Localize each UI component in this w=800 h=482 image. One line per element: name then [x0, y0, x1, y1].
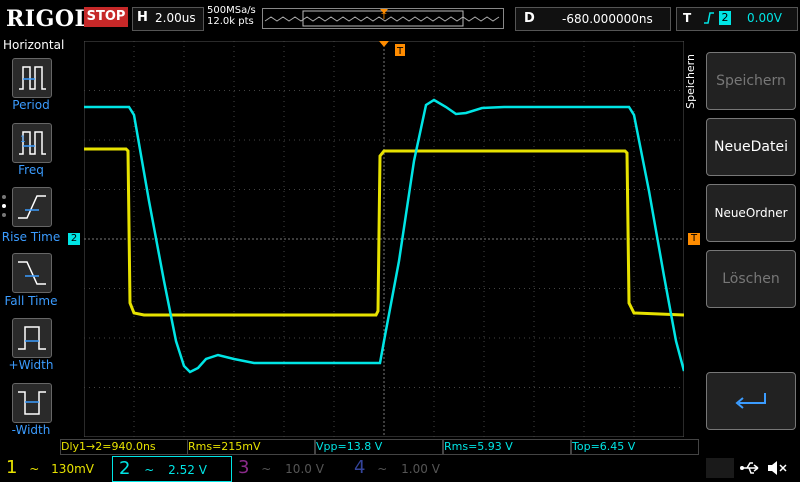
trigger-label: T	[683, 11, 692, 25]
measurement-ch2-rms: Rms=5.93 V	[443, 439, 571, 455]
timebase-box[interactable]: H 2.00us	[132, 7, 204, 31]
memory-overview-wave: T	[264, 9, 500, 27]
rising-edge-icon	[703, 10, 715, 29]
channel-2-scale: 2.52 V	[168, 463, 207, 477]
channel-2-coupling: ~	[144, 463, 155, 477]
freq-button[interactable]: 1	[12, 123, 52, 163]
rise-time-label: Rise Time	[1, 230, 61, 244]
channel-4-scale: 1.00 V	[401, 462, 440, 476]
waveform-display[interactable]: T	[84, 41, 684, 437]
measurement-ch1-rms: Rms=215mV	[187, 439, 315, 455]
channel-2-number: 2	[119, 458, 131, 479]
delay-label: D	[524, 11, 535, 26]
status-filler	[706, 458, 734, 478]
trigger-level: 0.00V	[747, 11, 782, 25]
sample-rate: 500MSa/s	[207, 5, 256, 16]
channel-4-number: 4	[354, 457, 366, 478]
menu-page-dots	[2, 195, 6, 217]
enter-icon	[735, 393, 766, 409]
svg-text:1: 1	[20, 135, 26, 145]
channel-4-coupling: ~	[377, 462, 388, 476]
measurement-ch2-top: Top=6.45 V	[571, 439, 699, 455]
channel-3-coupling: ~	[261, 462, 272, 476]
channel-3-scale: 10.0 V	[285, 462, 324, 476]
period-label: Period	[12, 98, 50, 112]
right-menu-title: Speichern	[684, 54, 697, 109]
svg-text:T: T	[396, 46, 404, 57]
timebase-label: H	[137, 10, 148, 25]
trigger-source: 2	[719, 11, 731, 25]
left-menu-title: Horizontal	[3, 38, 65, 52]
rise-time-icon	[18, 195, 46, 219]
pos-width-button[interactable]	[12, 318, 52, 358]
run-stop-indicator[interactable]: STOP	[84, 7, 128, 27]
trigger-level-marker[interactable]: T	[688, 233, 700, 245]
sample-points: 12.0k pts	[207, 16, 254, 27]
memory-overview[interactable]: T	[262, 8, 504, 29]
pos-width-label: +Width	[8, 358, 54, 372]
speaker-muted-icon[interactable]	[766, 458, 788, 482]
channel-1-number: 1	[6, 457, 18, 478]
rise-time-button[interactable]	[12, 187, 52, 227]
neg-width-label: -Width	[11, 423, 51, 437]
channel-3-box[interactable]: 3 ~ 10.0 V	[234, 456, 346, 480]
brand-logo: RIGOL	[6, 6, 91, 32]
timebase-value: 2.00us	[155, 11, 196, 25]
period-icon	[19, 66, 46, 90]
sample-info: 500MSa/s 12.0k pts	[207, 5, 256, 27]
measurement-ch2-vpp: Vpp=13.8 V	[315, 439, 443, 455]
delay-box[interactable]: D -680.000000ns	[515, 7, 671, 31]
neg-width-icon	[18, 391, 46, 415]
pos-width-icon	[18, 326, 46, 350]
fall-time-icon	[18, 261, 46, 285]
usb-icon	[740, 458, 762, 482]
loeschen-button[interactable]: Löschen	[706, 250, 796, 308]
enter-button[interactable]	[706, 372, 796, 430]
channel-4-box[interactable]: 4 ~ 1.00 V	[350, 456, 462, 480]
channel-1-coupling: ~	[29, 462, 40, 476]
period-button[interactable]	[12, 58, 52, 98]
speichern-button[interactable]: Speichern	[706, 52, 796, 110]
freq-icon: 1	[19, 131, 46, 155]
neg-width-button[interactable]	[12, 383, 52, 423]
svg-text:T: T	[381, 12, 387, 21]
channel-3-number: 3	[238, 457, 250, 478]
measurement-delay: Dly1→2=940.0ns	[60, 439, 188, 455]
channel-2-box[interactable]: 2 ~ 2.52 V	[112, 456, 232, 482]
ch2-offset-marker[interactable]: 2	[68, 233, 80, 245]
neue-datei-button[interactable]: NeueDatei	[706, 118, 796, 176]
channel-1-box[interactable]: 1 ~ 130mV	[0, 456, 110, 480]
delay-value: -680.000000ns	[562, 12, 653, 26]
neue-ordner-button[interactable]: NeueOrdner	[706, 184, 796, 242]
freq-label: Freq	[18, 163, 44, 177]
fall-time-button[interactable]	[12, 253, 52, 293]
fall-time-label: Fall Time	[4, 294, 58, 308]
trigger-box[interactable]: T 2 0.00V	[676, 7, 798, 31]
channel-1-scale: 130mV	[51, 462, 94, 476]
